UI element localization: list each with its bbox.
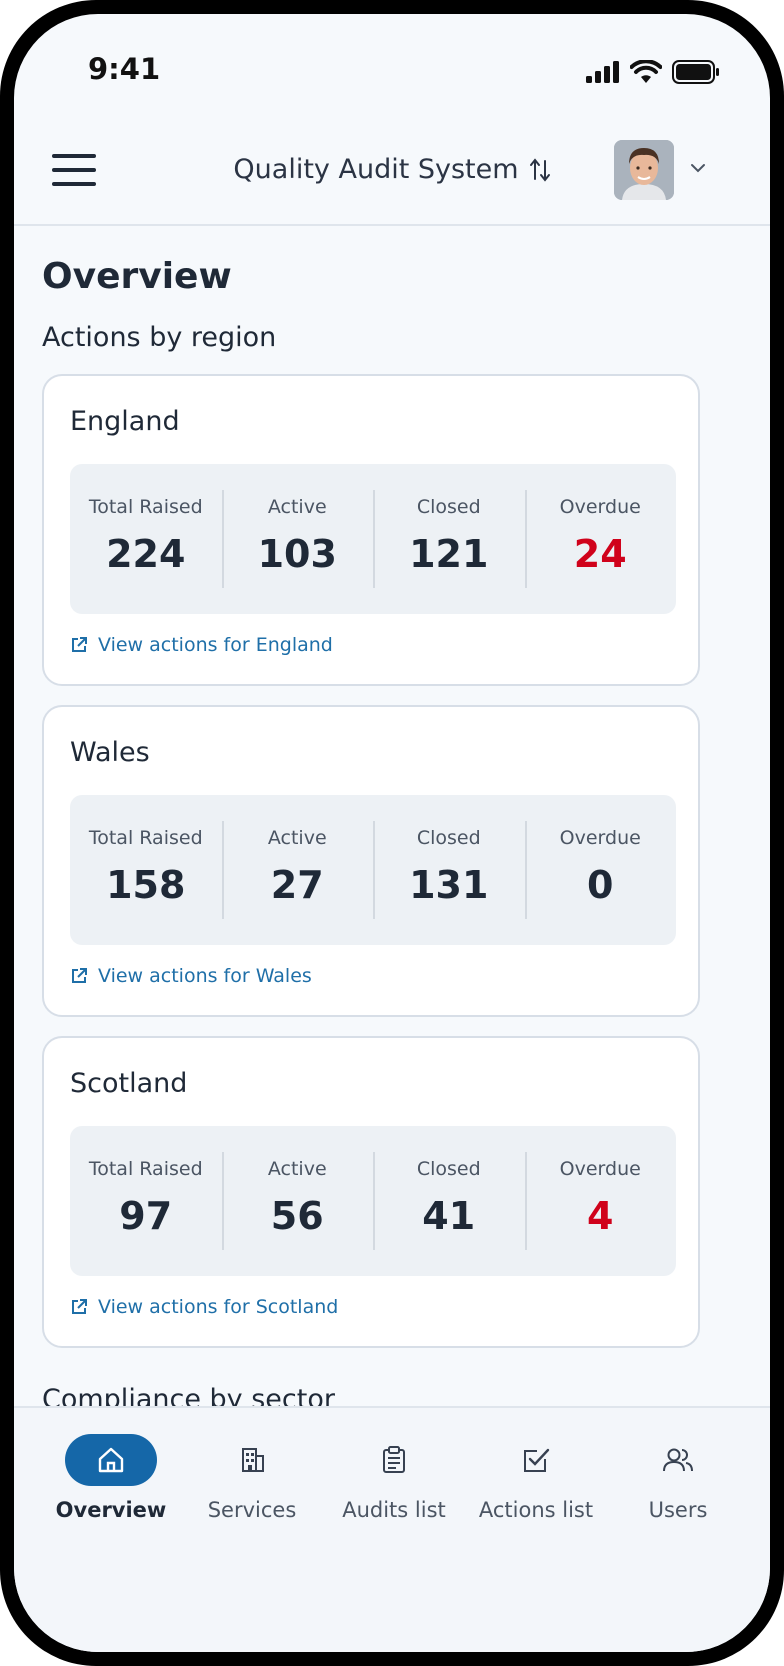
stat-closed: Closed 131 — [373, 795, 525, 945]
stat-value: 97 — [119, 1194, 173, 1238]
battery-icon — [672, 60, 719, 84]
stat-label: Active — [267, 1158, 327, 1180]
user-photo-icon — [614, 140, 674, 200]
stat-value-overdue: 4 — [587, 1194, 614, 1238]
stat-value-overdue: 24 — [573, 532, 627, 576]
link-label: View actions for England — [98, 634, 333, 656]
nav-label: Overview — [55, 1498, 167, 1522]
stat-value: 121 — [409, 532, 489, 576]
nav-label: Users — [648, 1498, 708, 1522]
stat-value: 131 — [409, 863, 489, 907]
stat-label: Active — [267, 827, 327, 849]
nav-icon-pill — [65, 1434, 157, 1486]
stat-active: Active 27 — [221, 795, 374, 945]
stat-value-overdue: 0 — [587, 863, 614, 907]
page-title: Overview — [42, 256, 232, 297]
region-title: Scotland — [70, 1068, 188, 1099]
stat-total-raised: Total Raised 158 — [70, 795, 222, 945]
stat-label: Total Raised — [88, 1158, 203, 1180]
stat-total-raised: Total Raised 224 — [70, 464, 222, 614]
section-title-sector: Compliance by sector — [42, 1384, 335, 1406]
stat-closed: Closed 41 — [373, 1126, 525, 1276]
nav-icon-pill — [490, 1434, 582, 1486]
signal-icon — [586, 61, 619, 83]
section-title-actions: Actions by region — [42, 322, 277, 353]
stat-value: 27 — [270, 863, 324, 907]
stat-label: Closed — [416, 1158, 481, 1180]
view-actions-england-link[interactable]: View actions for England — [70, 634, 333, 656]
stats-panel: Total Raised 158 Active 27 Closed 131 Ov… — [70, 795, 676, 945]
screen: 9:41 Quality Audit System Overview Actio… — [14, 14, 770, 1652]
nav-icon-pill — [632, 1434, 724, 1486]
stat-value: 41 — [422, 1194, 476, 1238]
app-switcher[interactable]: Quality Audit System — [233, 154, 550, 185]
stat-value: 158 — [106, 863, 186, 907]
chevron-down-icon[interactable] — [690, 162, 706, 174]
stat-overdue: Overdue 4 — [524, 1126, 677, 1276]
clipboard-icon — [383, 1446, 405, 1473]
stat-label: Total Raised — [88, 496, 203, 518]
stat-label: Overdue — [559, 827, 641, 849]
nav-item-users[interactable]: Users — [607, 1434, 749, 1522]
nav-label: Services — [207, 1498, 297, 1522]
nav-item-audits-list[interactable]: Audits list — [323, 1434, 465, 1522]
stat-overdue: Overdue 0 — [524, 795, 677, 945]
external-link-icon — [72, 968, 87, 983]
nav-icon-pill — [348, 1434, 440, 1486]
status-icons — [586, 60, 720, 84]
app-title: Quality Audit System — [233, 154, 519, 185]
stats-panel: Total Raised 97 Active 56 Closed 41 Over… — [70, 1126, 676, 1276]
nav-item-services[interactable]: Services — [181, 1434, 323, 1522]
external-link-icon — [72, 1299, 87, 1314]
home-icon — [98, 1447, 124, 1473]
stats-panel: Total Raised 224 Active 103 Closed 121 O… — [70, 464, 676, 614]
stat-label: Total Raised — [88, 827, 203, 849]
stat-label: Overdue — [559, 496, 641, 518]
wifi-icon — [630, 60, 662, 83]
status-time: 9:41 — [88, 52, 161, 86]
phone-frame: 9:41 Quality Audit System Overview Actio… — [0, 0, 784, 1666]
users-icon — [663, 1448, 693, 1472]
swap-arrows-icon — [529, 157, 550, 182]
stat-active: Active 103 — [221, 464, 374, 614]
stat-overdue: Overdue 24 — [524, 464, 677, 614]
nav-item-actions-list[interactable]: Actions list — [465, 1434, 607, 1522]
status-bar: 9:41 — [14, 14, 770, 124]
stat-value: 56 — [270, 1194, 324, 1238]
bottom-nav: Overview Services Audits list Actions li… — [14, 1406, 770, 1652]
checkbox-icon — [524, 1448, 550, 1472]
stat-value: 224 — [106, 532, 186, 576]
region-title: Wales — [70, 737, 150, 768]
nav-icon-pill — [206, 1434, 298, 1486]
nav-label: Audits list — [342, 1498, 446, 1522]
view-actions-scotland-link[interactable]: View actions for Scotland — [70, 1296, 338, 1318]
link-label: View actions for Scotland — [98, 1296, 339, 1318]
app-bar: Quality Audit System — [14, 124, 770, 226]
building-icon — [242, 1448, 264, 1472]
stat-label: Active — [267, 496, 327, 518]
avatar[interactable] — [614, 140, 674, 200]
region-title: England — [70, 406, 180, 437]
stat-label: Closed — [416, 827, 481, 849]
region-card-england: England Total Raised 224 Active 103 Clos… — [42, 374, 700, 686]
stat-value: 103 — [257, 532, 337, 576]
nav-item-overview[interactable]: Overview — [40, 1434, 182, 1522]
view-actions-wales-link[interactable]: View actions for Wales — [70, 965, 312, 987]
region-card-wales: Wales Total Raised 158 Active 27 Closed … — [42, 705, 700, 1017]
external-link-icon — [72, 637, 87, 652]
stat-total-raised: Total Raised 97 — [70, 1126, 222, 1276]
link-label: View actions for Wales — [98, 965, 312, 987]
region-card-scotland: Scotland Total Raised 97 Active 56 Close… — [42, 1036, 700, 1348]
stat-active: Active 56 — [221, 1126, 374, 1276]
main-content[interactable]: Overview Actions by region England Total… — [14, 226, 770, 1406]
stat-label: Overdue — [559, 1158, 641, 1180]
nav-label: Actions list — [478, 1498, 594, 1522]
stat-closed: Closed 121 — [373, 464, 525, 614]
stat-label: Closed — [416, 496, 481, 518]
